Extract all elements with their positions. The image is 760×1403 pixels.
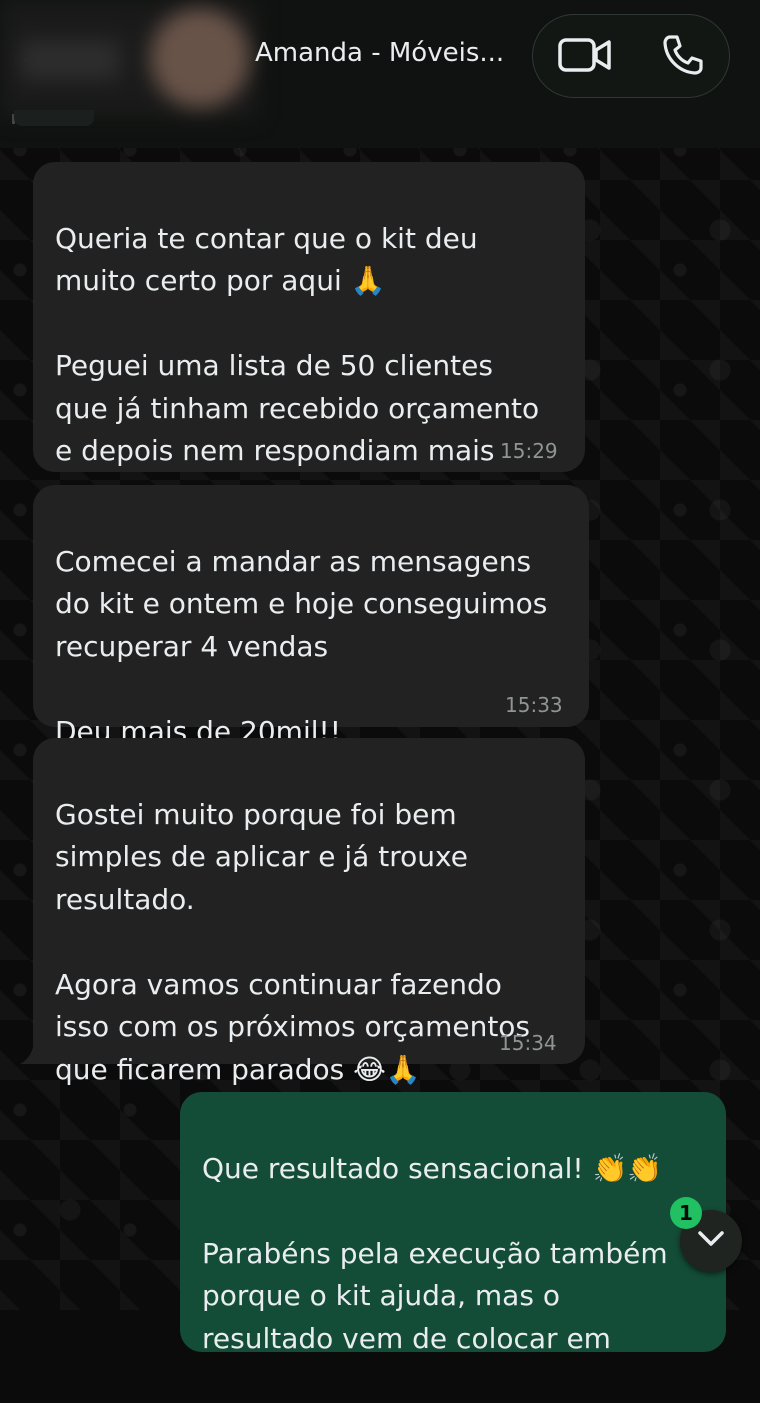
message-time: 15:34: [499, 1031, 557, 1055]
voice-call-button[interactable]: [653, 29, 713, 85]
video-camera-icon: [558, 36, 612, 78]
message-bubble-outgoing[interactable]: Que resultado sensacional! 👏👏 Parabéns p…: [180, 1092, 726, 1355]
video-call-button[interactable]: [555, 29, 615, 85]
message-time: 15:29: [500, 439, 558, 463]
blurred-back-and-avatar[interactable]: [0, 0, 258, 118]
unread-count-badge: 1: [670, 1197, 702, 1229]
message-text: Que resultado sensacional! 👏👏 Parabéns p…: [202, 1151, 668, 1355]
message-bubble-incoming[interactable]: Queria te contar que o kit deu muito cer…: [33, 162, 585, 472]
message-time: 15:33: [505, 693, 563, 717]
call-actions: [532, 14, 730, 98]
chevron-down-icon: [697, 1230, 725, 1252]
chat-header: Amanda - Móveis...: [0, 0, 760, 148]
message-text: Comecei a mandar as mensagens do kit e o…: [55, 544, 548, 748]
message-bubble-incoming[interactable]: Comecei a mandar as mensagens do kit e o…: [33, 485, 589, 748]
header-tab-indicator: [14, 110, 94, 126]
message-bubble-incoming[interactable]: Gostei muito porque foi bem simples de a…: [33, 738, 585, 1086]
contact-name[interactable]: Amanda - Móveis...: [255, 38, 525, 68]
bubble-tail: [20, 1042, 42, 1064]
message-text: Gostei muito porque foi bem simples de a…: [55, 797, 531, 1086]
phone-icon: [661, 33, 705, 81]
message-text: Queria te contar que o kit deu muito cer…: [55, 221, 540, 468]
